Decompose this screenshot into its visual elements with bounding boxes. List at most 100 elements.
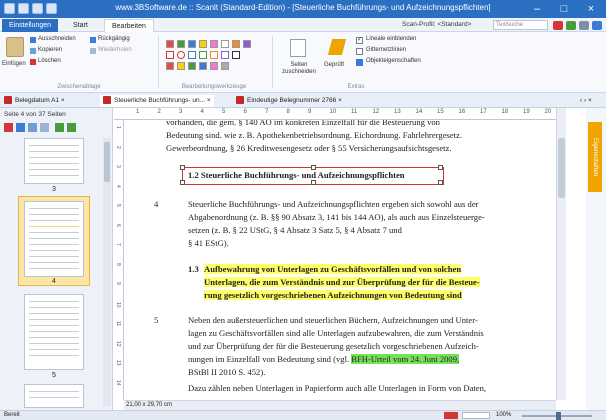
close-icon[interactable]: × bbox=[338, 97, 342, 104]
checked-button[interactable]: Geprüft bbox=[324, 62, 344, 68]
pdf-icon bbox=[103, 96, 111, 105]
list-view-icon[interactable] bbox=[28, 123, 37, 132]
doc-tab-belegnummer[interactable]: Eindeutige Belegnummer 2766 × bbox=[236, 95, 342, 107]
clipboard-group-label: Zwischenablage bbox=[57, 84, 101, 90]
export-icon[interactable] bbox=[566, 21, 576, 30]
horizontal-scrollbar[interactable]: 21,00 x 29,70 cm bbox=[124, 400, 556, 410]
tool-color-orange[interactable] bbox=[232, 40, 240, 48]
doc-tab-steuerliche[interactable]: Steuerliche Buchführungs- un... × bbox=[100, 95, 214, 107]
highlighted-heading: rung gesetzlich vorgeschriebenen Aufzeic… bbox=[204, 290, 462, 300]
thumb-view-icon[interactable] bbox=[16, 123, 25, 132]
show-lines-checkbox[interactable]: ✓ bbox=[356, 37, 363, 44]
polygon-tool-icon[interactable] bbox=[210, 51, 218, 59]
page-thumbnail-3[interactable] bbox=[24, 138, 84, 184]
cut-icon bbox=[30, 37, 36, 43]
page-number: 4 bbox=[52, 278, 56, 285]
doc-tab-belegdatum[interactable]: Belegdatum A1 × bbox=[4, 95, 65, 107]
ruler-tick-label: 12 bbox=[115, 340, 121, 347]
move-down-icon[interactable] bbox=[67, 123, 76, 132]
arrow-tool-icon[interactable] bbox=[199, 51, 207, 59]
tool-color-white[interactable] bbox=[221, 40, 229, 48]
gridlines-checkbox[interactable] bbox=[356, 48, 363, 55]
help-icon[interactable] bbox=[592, 21, 602, 30]
ruler-tick-label: 8 bbox=[286, 109, 290, 115]
tool-color-green[interactable] bbox=[177, 40, 185, 48]
properties-panel-tab[interactable]: Eigenschaften bbox=[588, 122, 602, 192]
scrollbar-thumb[interactable] bbox=[558, 138, 565, 198]
ruler-tick-label: 2 bbox=[157, 109, 161, 115]
pdf-icon[interactable] bbox=[553, 21, 563, 30]
checked-icon[interactable] bbox=[327, 39, 347, 55]
ribbon: Einfügen Ausschneiden Kopieren Löschen R… bbox=[0, 32, 606, 93]
eraser-icon[interactable] bbox=[221, 62, 229, 70]
pdf-icon[interactable] bbox=[4, 123, 13, 132]
ellipse-tool-icon[interactable] bbox=[177, 51, 185, 59]
minimize-button[interactable]: – bbox=[524, 0, 550, 18]
page-thumbnail-4[interactable] bbox=[24, 201, 84, 277]
tool-color-blue[interactable] bbox=[188, 40, 196, 48]
move-up-icon[interactable] bbox=[55, 123, 64, 132]
crop-pages-icon[interactable] bbox=[290, 39, 306, 57]
view-mode-toggle[interactable] bbox=[462, 412, 490, 419]
freehand-tool-icon[interactable] bbox=[221, 51, 229, 59]
page-thumbnail-6[interactable] bbox=[24, 384, 84, 408]
paste-icon[interactable] bbox=[6, 37, 24, 57]
undo-button[interactable]: Rückgängig bbox=[98, 36, 130, 42]
paste-button[interactable]: Einfügen bbox=[2, 61, 26, 67]
line-tool-icon[interactable] bbox=[188, 51, 196, 59]
fit-page-icon[interactable] bbox=[444, 412, 458, 419]
tab-edit[interactable]: Bearbeiten bbox=[104, 19, 154, 32]
delete-button[interactable]: Löschen bbox=[38, 58, 61, 64]
tool-color-yellow[interactable] bbox=[199, 40, 207, 48]
tab-settings[interactable]: Einstellungen bbox=[2, 19, 59, 32]
thumbnail-scrollbar[interactable] bbox=[103, 138, 111, 406]
close-button[interactable]: × bbox=[578, 0, 604, 18]
resize-handle[interactable] bbox=[180, 165, 185, 170]
copy-button[interactable]: Kopieren bbox=[38, 47, 62, 53]
object-properties-button[interactable]: Objekteigenschaften bbox=[366, 58, 421, 64]
document-tabs: Belegdatum A1 × Steuerliche Buchführungs… bbox=[0, 93, 606, 108]
rect-tool-icon[interactable] bbox=[166, 51, 174, 59]
ruler-tick-label: 2 bbox=[115, 145, 121, 149]
maximize-button[interactable]: □ bbox=[551, 0, 577, 18]
search-input[interactable]: Textsuche bbox=[493, 20, 548, 30]
marker-green-icon[interactable] bbox=[188, 62, 196, 70]
close-icon[interactable]: × bbox=[207, 97, 211, 104]
text-tool-icon[interactable] bbox=[232, 51, 240, 59]
tool-color-red[interactable] bbox=[166, 40, 174, 48]
doc-tab-label: Steuerliche Buchführungs- un... bbox=[114, 97, 206, 104]
marker-red-icon[interactable] bbox=[166, 62, 174, 70]
scan-profile-selector[interactable]: Scan-Profil: <Standard> bbox=[402, 21, 471, 28]
crop-pages-button[interactable]: Seiten zuschneiden bbox=[282, 62, 316, 76]
ruler-tick-label: 9 bbox=[115, 282, 121, 285]
redo-button[interactable]: Wiederholen bbox=[98, 47, 132, 53]
ruler-tick-label: 19 bbox=[523, 109, 530, 115]
zoom-slider-handle[interactable] bbox=[556, 412, 561, 420]
marker-blue-icon[interactable] bbox=[199, 62, 207, 70]
paragraph-text: nungen im Einzelfall von Bedeutung sind … bbox=[188, 354, 352, 364]
rotate-icon[interactable] bbox=[40, 123, 49, 132]
pdf-icon bbox=[4, 96, 12, 105]
settings-icon[interactable] bbox=[579, 21, 589, 30]
close-icon[interactable]: × bbox=[61, 97, 65, 104]
doc-tab-label: Eindeutige Belegnummer 2766 bbox=[247, 97, 337, 104]
marker-pink-icon[interactable] bbox=[210, 62, 218, 70]
doc-tabs-navigation[interactable]: ‹ › × bbox=[580, 95, 592, 107]
ruler-tick-label: 6 bbox=[243, 109, 247, 115]
title-bar: www.3BSoftware.de :: Scanlt (Standard-Ed… bbox=[0, 0, 606, 18]
tab-start[interactable]: Start bbox=[66, 19, 95, 32]
resize-handle[interactable] bbox=[180, 180, 185, 185]
tool-color-pink[interactable] bbox=[210, 40, 218, 48]
ruler-tick-label: 3 bbox=[179, 109, 183, 115]
paragraph-line: BStBl II 2010 S. 452). bbox=[188, 367, 266, 377]
show-lines-label: Lineale einblenden bbox=[366, 36, 417, 42]
scrollbar-thumb[interactable] bbox=[104, 142, 110, 182]
ruler-tick-label: 11 bbox=[115, 321, 121, 327]
page-thumbnail-5[interactable] bbox=[24, 294, 84, 370]
paragraph-line: Steuerliche Buchführungs- und Aufzeichnu… bbox=[188, 199, 479, 209]
document-scrollbar[interactable] bbox=[556, 108, 566, 400]
marker-yellow-icon[interactable] bbox=[177, 62, 185, 70]
ruler-tick-label: 9 bbox=[308, 109, 312, 115]
tool-color-purple[interactable] bbox=[243, 40, 251, 48]
cut-button[interactable]: Ausschneiden bbox=[38, 36, 76, 42]
